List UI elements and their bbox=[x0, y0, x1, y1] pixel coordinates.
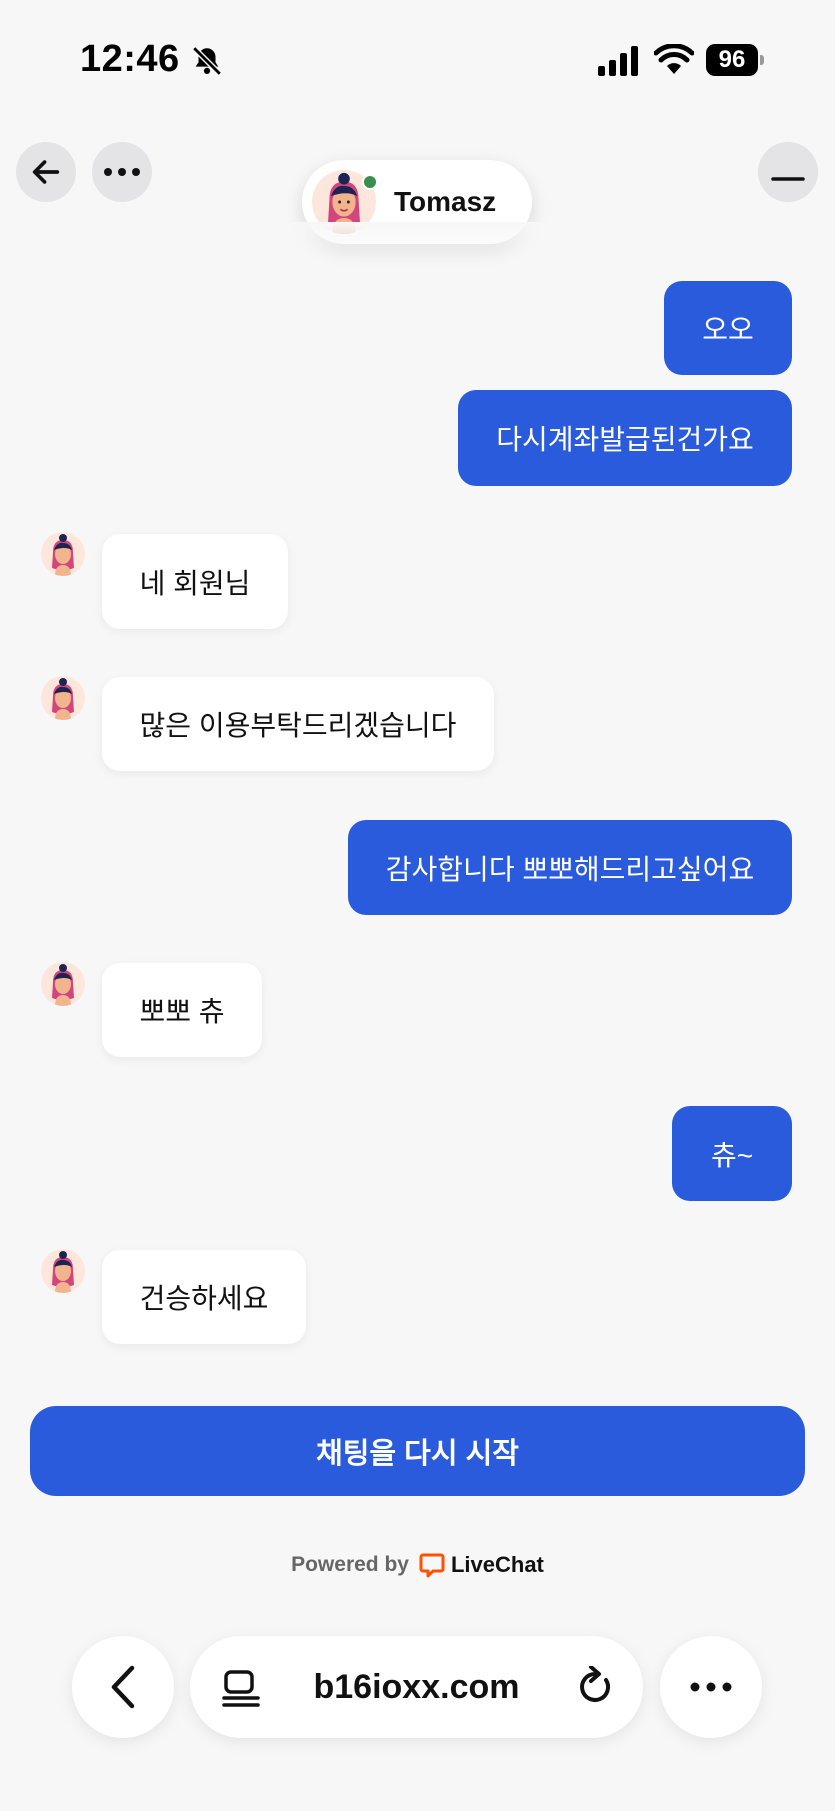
chat-menu-button[interactable] bbox=[92, 142, 152, 202]
chevron-left-icon bbox=[111, 1665, 135, 1709]
browser-more-button[interactable] bbox=[660, 1636, 762, 1738]
browser-back-button[interactable] bbox=[72, 1636, 174, 1738]
more-dots-icon bbox=[104, 168, 140, 176]
agent-avatar-icon bbox=[52, 1251, 74, 1293]
battery-level: 96 bbox=[706, 44, 758, 76]
message-incoming: 많은 이용부탁드리겠습니다 bbox=[102, 677, 494, 771]
online-status-dot bbox=[362, 174, 378, 190]
minimize-icon bbox=[771, 177, 805, 181]
powered-by[interactable]: Powered by LiveChat bbox=[0, 1548, 835, 1582]
more-dots-icon bbox=[690, 1682, 732, 1692]
status-bar: 12:46 96 bbox=[0, 0, 835, 110]
livechat-logo-icon bbox=[419, 1553, 445, 1578]
status-time: 12:46 bbox=[80, 38, 180, 80]
agent-avatar-icon bbox=[52, 534, 74, 576]
agent-avatar-icon bbox=[52, 964, 74, 1006]
reload-icon[interactable] bbox=[575, 1666, 615, 1708]
message-incoming: 뽀뽀 츄 bbox=[102, 963, 262, 1057]
message-incoming: 네 회원님 bbox=[102, 534, 288, 629]
agent-avatar-small bbox=[41, 676, 85, 720]
minimize-button[interactable] bbox=[758, 142, 818, 202]
message-outgoing: 오오 bbox=[664, 281, 792, 375]
back-button[interactable] bbox=[16, 142, 76, 202]
message-outgoing: 츄~ bbox=[672, 1106, 792, 1201]
agent-avatar-small bbox=[41, 1249, 85, 1293]
agent-avatar-small bbox=[41, 962, 85, 1006]
bell-off-icon bbox=[192, 46, 222, 76]
back-arrow-icon bbox=[32, 160, 60, 184]
signal-icon bbox=[598, 46, 638, 76]
restart-chat-button[interactable]: 채팅을 다시 시작 bbox=[30, 1406, 805, 1496]
livechat-brand: LiveChat bbox=[450, 1552, 544, 1577]
agent-name: Tomasz bbox=[394, 186, 497, 217]
agent-avatar-small bbox=[41, 532, 85, 576]
powered-by-label: Powered by bbox=[291, 1553, 409, 1576]
battery-icon: 96 bbox=[706, 44, 764, 76]
message-outgoing: 감사합니다 뽀뽀해드리고싶어요 bbox=[348, 820, 792, 915]
address-bar[interactable]: b16ioxx.com bbox=[190, 1636, 643, 1738]
message-incoming: 건승하세요 bbox=[102, 1250, 306, 1344]
wifi-icon bbox=[654, 44, 694, 74]
message-outgoing: 다시계좌발급된건가요 bbox=[458, 390, 792, 486]
agent-avatar-icon bbox=[52, 678, 74, 720]
